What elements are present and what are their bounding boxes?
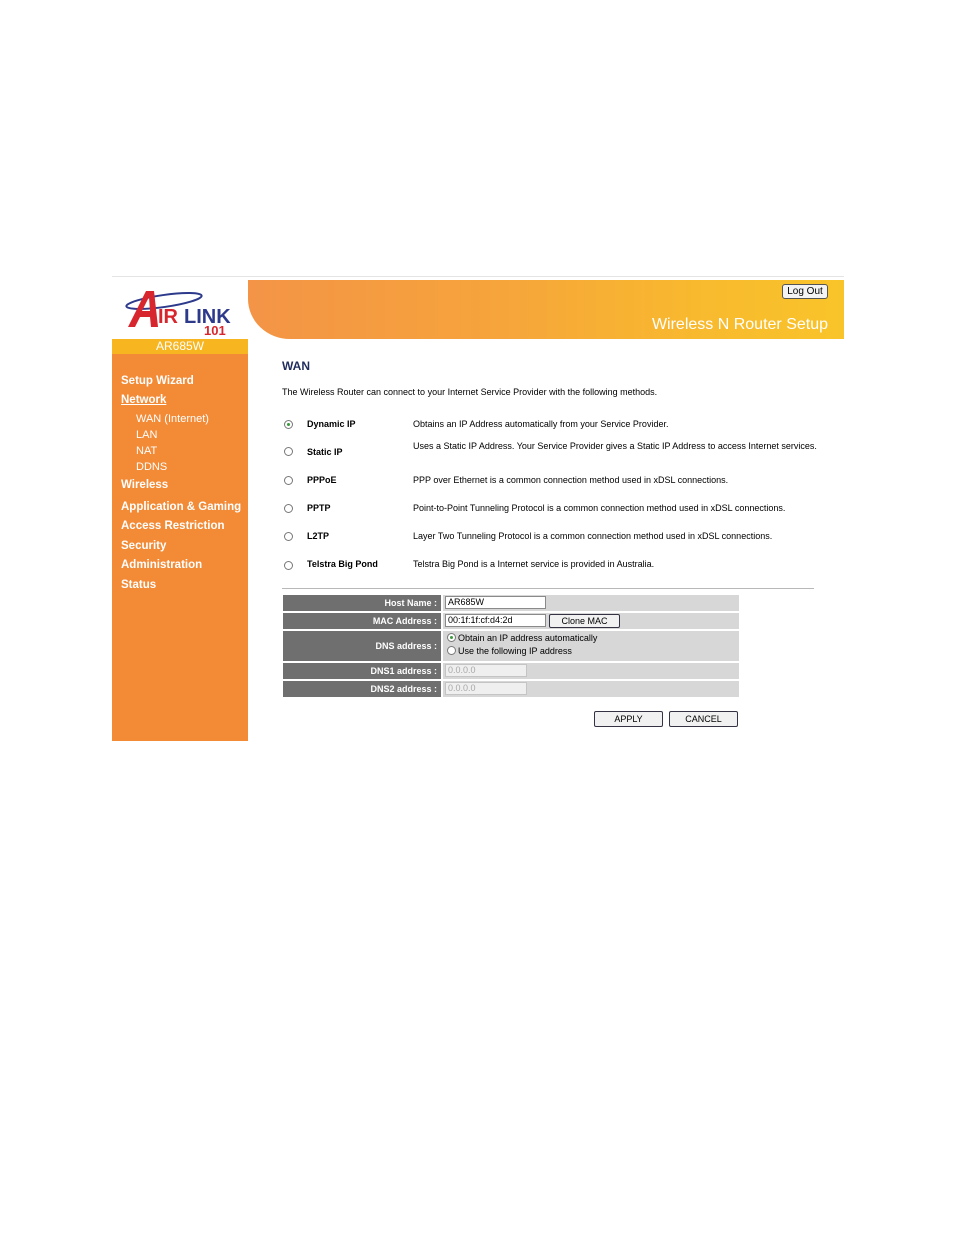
method-pptp[interactable]: PPTP Point-to-Point Tunneling Protocol i… [284, 503, 824, 517]
sidebar-item-application-gaming[interactable]: Application & Gaming [121, 501, 241, 513]
method-description: PPP over Ethernet is a common connection… [413, 475, 729, 485]
cancel-button[interactable]: CANCEL [669, 711, 738, 727]
row-mac-address: MAC Address : Clone MAC [283, 613, 739, 629]
section-divider [282, 588, 814, 589]
method-description: Obtains an IP Address automatically from… [413, 419, 669, 429]
method-l2tp[interactable]: L2TP Layer Two Tunneling Protocol is a c… [284, 531, 824, 545]
sidebar-item-security[interactable]: Security [121, 540, 166, 552]
dns2-input[interactable] [445, 682, 527, 695]
row-dns2: DNS2 address : [283, 681, 739, 697]
row-host-name: Host Name : [283, 595, 739, 611]
dns1-label: DNS1 address : [283, 663, 441, 679]
sidebar-item-network[interactable]: Network [121, 394, 166, 406]
method-label: Telstra Big Pond [307, 559, 378, 569]
apply-button[interactable]: APPLY [594, 711, 663, 727]
airlink-logo: IR LINK 101 [112, 277, 248, 339]
sidebar-nav: Setup Wizard Network WAN (Internet) LAN … [112, 354, 248, 741]
sidebar-item-administration[interactable]: Administration [121, 559, 202, 571]
mac-address-input[interactable] [445, 614, 546, 627]
dns-manual-label: Use the following IP address [458, 646, 572, 656]
sidebar-item-lan[interactable]: LAN [136, 429, 157, 441]
radio-dns-manual[interactable] [447, 646, 456, 655]
method-description: Point-to-Point Tunneling Protocol is a c… [413, 503, 786, 513]
page-title: WAN [282, 359, 310, 373]
radio-l2tp[interactable] [284, 532, 293, 541]
sidebar-item-setup-wizard[interactable]: Setup Wizard [121, 375, 194, 387]
airlink-logo-icon: IR LINK 101 [125, 291, 231, 335]
sidebar-item-ddns[interactable]: DDNS [136, 461, 167, 473]
row-dns-address: DNS address : Obtain an IP address autom… [283, 631, 739, 661]
clone-mac-button[interactable]: Clone MAC [549, 614, 620, 628]
sidebar-item-wireless[interactable]: Wireless [121, 479, 168, 491]
router-setup-page: IR LINK 101 AR685W Log Out Wireless N Ro… [112, 277, 844, 741]
method-label: PPPoE [307, 475, 337, 485]
dns-address-label: DNS address : [283, 631, 441, 661]
method-telstra-big-pond[interactable]: Telstra Big Pond Telstra Big Pond is a I… [284, 559, 824, 573]
method-description: Uses a Static IP Address. Your Service P… [413, 441, 817, 451]
dns-auto-label: Obtain an IP address automatically [458, 633, 598, 643]
radio-pppoe[interactable] [284, 476, 293, 485]
method-description: Telstra Big Pond is a Internet service i… [413, 559, 655, 569]
svg-text:101: 101 [204, 323, 226, 335]
mac-address-label: MAC Address : [283, 613, 441, 629]
svg-text:IR: IR [158, 306, 179, 328]
radio-pptp[interactable] [284, 504, 293, 513]
sidebar-item-access-restriction[interactable]: Access Restriction [121, 520, 225, 532]
row-dns1: DNS1 address : [283, 663, 739, 679]
radio-dns-auto[interactable] [447, 633, 456, 642]
dns-auto-option[interactable]: Obtain an IP address automatically [447, 633, 597, 643]
sidebar-item-status[interactable]: Status [121, 579, 156, 591]
product-title: Wireless N Router Setup [651, 316, 828, 333]
method-dynamic-ip[interactable]: Dynamic IP Obtains an IP Address automat… [284, 419, 824, 433]
dns-manual-option[interactable]: Use the following IP address [447, 646, 572, 656]
method-description: Layer Two Tunneling Protocol is a common… [413, 531, 773, 541]
radio-telstra-big-pond[interactable] [284, 561, 293, 570]
logout-button[interactable]: Log Out [782, 284, 828, 299]
method-label: Static IP [307, 447, 343, 457]
method-label: Dynamic IP [307, 419, 356, 429]
sidebar-item-wan[interactable]: WAN (Internet) [136, 413, 209, 425]
model-label: AR685W [112, 339, 248, 354]
method-label: L2TP [307, 531, 330, 541]
method-static-ip[interactable]: Static IP Uses a Static IP Address. Your… [284, 441, 824, 463]
method-pppoe[interactable]: PPPoE PPP over Ethernet is a common conn… [284, 475, 824, 489]
radio-dynamic-ip[interactable] [284, 420, 293, 429]
host-name-input[interactable] [445, 596, 546, 609]
header-banner: Log Out Wireless N Router Setup [248, 280, 844, 339]
intro-text: The Wireless Router can connect to your … [282, 387, 658, 397]
sidebar-item-nat[interactable]: NAT [136, 445, 157, 457]
host-name-label: Host Name : [283, 595, 441, 611]
method-label: PPTP [307, 503, 331, 513]
dns1-input[interactable] [445, 664, 527, 677]
dns2-label: DNS2 address : [283, 681, 441, 697]
radio-static-ip[interactable] [284, 447, 293, 456]
